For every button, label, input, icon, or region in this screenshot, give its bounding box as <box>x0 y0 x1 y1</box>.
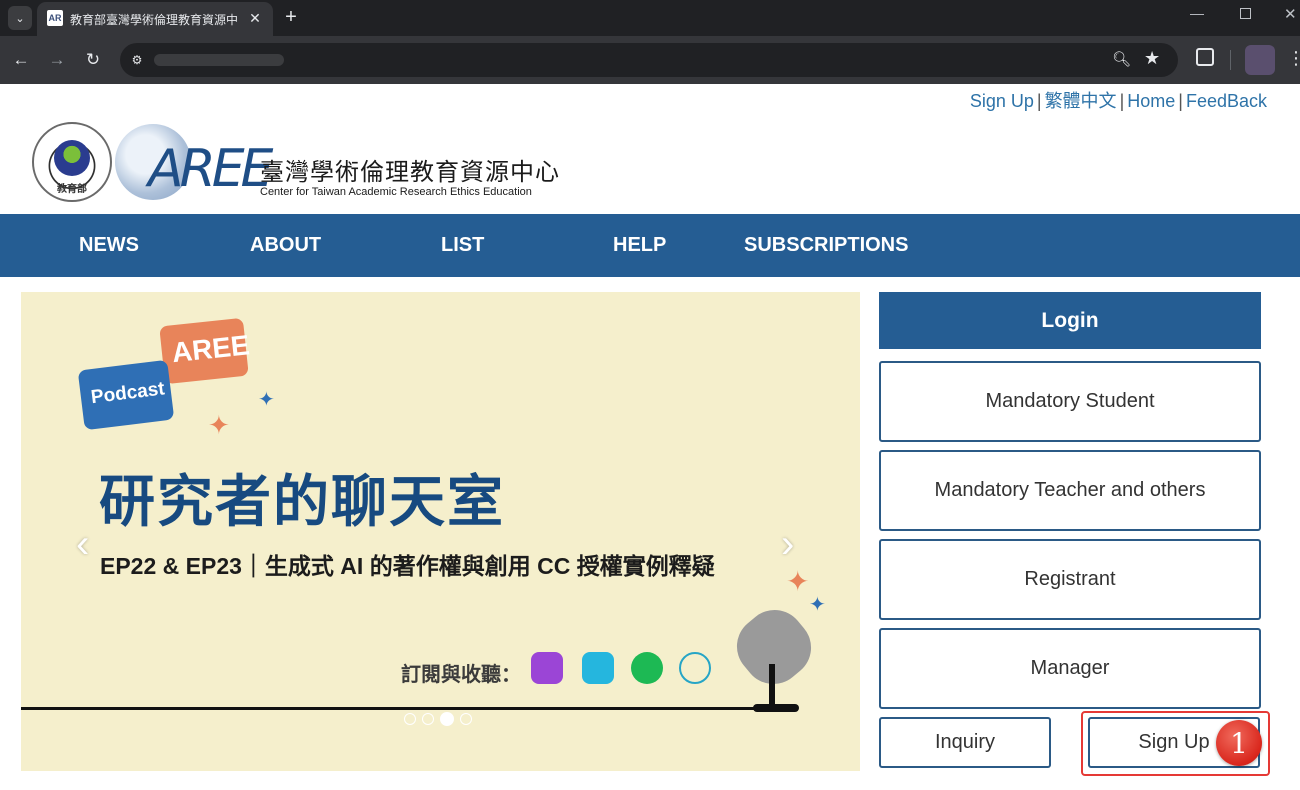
banner-baseline <box>21 707 761 710</box>
podcast-bubble-text: Podcast <box>89 378 166 409</box>
mandatory-student-button[interactable]: Mandatory Student <box>879 361 1261 442</box>
carousel-dot[interactable] <box>460 713 472 725</box>
apple-podcasts-icon[interactable] <box>531 652 563 684</box>
aree-bubble: AREE <box>159 317 252 385</box>
browser-toolbar: ← → ↻ ⚙ 🔍︎ ★ ⋮ <box>0 36 1300 84</box>
mic-stand <box>769 664 775 704</box>
window-close-icon[interactable]: ✕ <box>1284 5 1297 23</box>
carousel-dot[interactable] <box>422 713 434 725</box>
carousel-dot[interactable] <box>404 713 416 725</box>
sparkle-icon: ✦ <box>208 410 230 440</box>
login-header: Login <box>879 292 1261 349</box>
toplink-chinese[interactable]: 繁體中文 <box>1045 91 1117 111</box>
carousel-prev-icon[interactable]: ‹ <box>76 522 89 567</box>
link-separator: | <box>1119 91 1125 111</box>
toplink-signup[interactable]: Sign Up <box>970 91 1034 111</box>
zoom-icon[interactable]: 🔍︎ <box>1112 50 1131 68</box>
carousel-dot-active[interactable] <box>440 712 454 726</box>
moe-emblem-icon <box>54 140 90 176</box>
banner-listen-label: 訂閱與收聽： <box>401 664 521 686</box>
back-icon[interactable]: ← <box>11 50 31 70</box>
soundon-icon[interactable] <box>679 652 711 684</box>
moe-logo[interactable]: 教育部 <box>32 122 112 202</box>
profile-avatar[interactable] <box>1245 45 1275 75</box>
nav-list[interactable]: LIST <box>441 234 484 257</box>
reload-icon[interactable]: ↻ <box>83 50 103 70</box>
moe-logo-text: 教育部 <box>57 184 87 195</box>
browser-tabbar: ⌄ AR 教育部臺灣學術倫理教育資源中 ✕ + — ✕ <box>0 0 1300 36</box>
sparkle-icon: ✦ <box>786 566 810 597</box>
center-name-cn: 臺灣學術倫理教育資源中心 <box>260 159 560 186</box>
aree-bubble-text: AREE <box>170 329 252 369</box>
banner-carousel[interactable]: AREE Podcast ✦ ✦ ✦ ✦ 研究者的聊天室 EP22 & EP23… <box>21 292 860 771</box>
kkbox-icon[interactable] <box>582 652 614 684</box>
toplink-feedback[interactable]: FeedBack <box>1186 91 1267 111</box>
tab-title: 教育部臺灣學術倫理教育資源中 <box>70 13 238 27</box>
center-name-en: Center for Taiwan Academic Research Ethi… <box>260 186 532 198</box>
manager-button[interactable]: Manager <box>879 628 1261 709</box>
browser-tab[interactable]: AR 教育部臺灣學術倫理教育資源中 ✕ <box>37 2 273 36</box>
nav-help[interactable]: HELP <box>613 234 666 257</box>
more-menu-icon[interactable]: ⋮ <box>1287 48 1300 69</box>
tab-search-icon[interactable]: ⌄ <box>8 6 32 30</box>
forward-icon[interactable]: → <box>47 50 67 70</box>
nav-subscriptions[interactable]: SUBSCRIPTIONS <box>744 234 908 257</box>
podcast-bubble: Podcast <box>77 359 175 431</box>
toplink-home[interactable]: Home <box>1127 91 1175 111</box>
main-nav: NEWS ABOUT LIST HELP SUBSCRIPTIONS <box>0 214 1300 277</box>
step-number-badge: 1 <box>1216 720 1262 766</box>
banner-subtitle: EP22 & EP23｜生成式 AI 的著作權與創用 CC 授權實例釋疑 <box>100 553 715 579</box>
aree-logo[interactable]: AREE <box>148 139 273 199</box>
mandatory-teacher-button[interactable]: Mandatory Teacher and others <box>879 450 1261 531</box>
carousel-next-icon[interactable]: › <box>781 522 794 567</box>
link-separator: | <box>1036 91 1042 111</box>
sparkle-icon: ✦ <box>809 594 826 616</box>
maximize-icon[interactable] <box>1240 8 1251 19</box>
bookmark-star-icon[interactable]: ★ <box>1144 48 1160 69</box>
minimize-icon[interactable]: — <box>1190 5 1204 21</box>
nav-about[interactable]: ABOUT <box>250 234 321 257</box>
url-text[interactable] <box>154 54 284 66</box>
top-links: Sign Up | 繁體中文 | Home | FeedBack <box>970 87 1267 113</box>
close-tab-icon[interactable]: ✕ <box>246 9 264 27</box>
favicon-icon: AR <box>47 10 63 26</box>
new-tab-button[interactable]: + <box>280 5 302 29</box>
sparkle-icon: ✦ <box>258 389 275 411</box>
toolbar-divider <box>1230 50 1231 70</box>
address-bar[interactable]: ⚙ 🔍︎ ★ <box>120 43 1178 77</box>
registrant-button[interactable]: Registrant <box>879 539 1261 620</box>
link-separator: | <box>1178 91 1183 111</box>
carousel-dots <box>404 712 472 726</box>
nav-news[interactable]: NEWS <box>79 234 139 257</box>
web-page: Sign Up | 繁體中文 | Home | FeedBack 教育部 AREE 臺灣學術… <box>0 84 1300 790</box>
banner-title: 研究者的聊天室 <box>99 470 505 533</box>
site-info-icon[interactable]: ⚙ <box>128 51 146 69</box>
spotify-icon[interactable] <box>631 652 663 684</box>
inquiry-button[interactable]: Inquiry <box>879 717 1051 768</box>
extensions-icon[interactable] <box>1196 48 1214 66</box>
